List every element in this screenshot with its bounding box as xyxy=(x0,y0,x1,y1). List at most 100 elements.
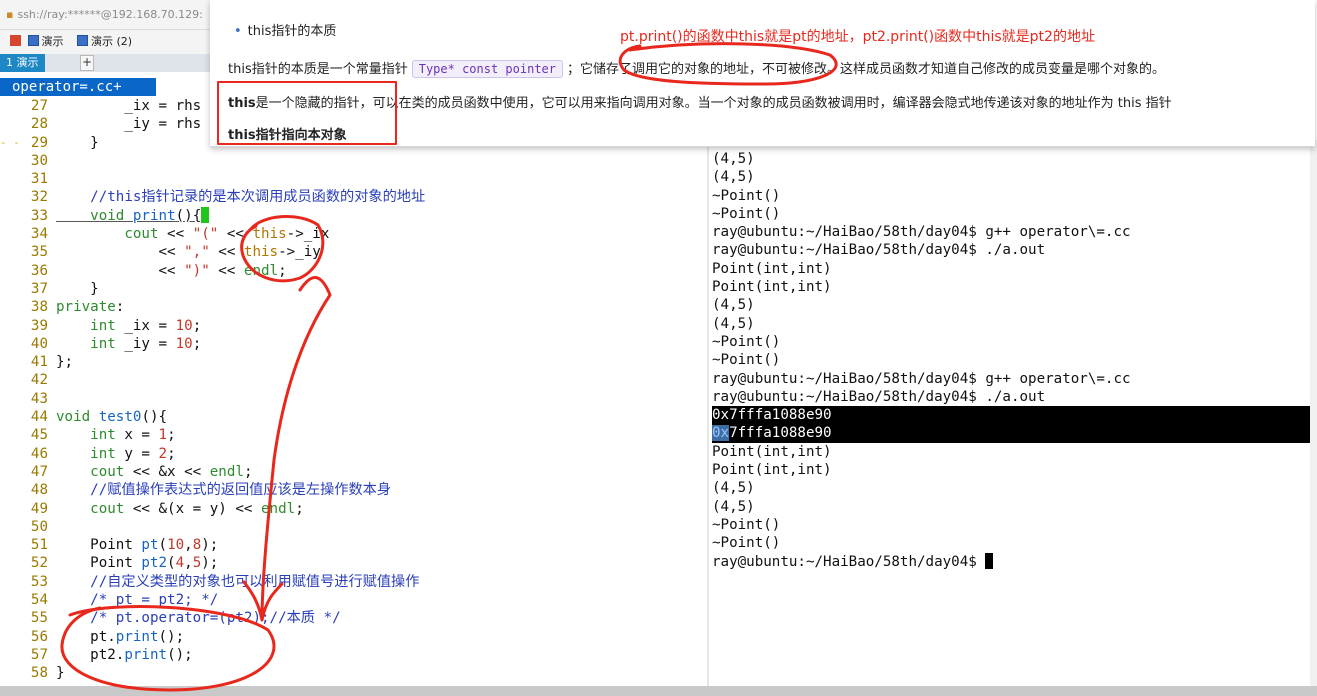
line-number: 52 xyxy=(30,555,48,572)
code-line[interactable]: 56 pt.print(); xyxy=(0,628,708,646)
terminal-line: ray@ubuntu:~/HaiBao/58th/day04$ xyxy=(712,552,1317,571)
code-line[interactable]: 49 cout << &(x = y) << endl; xyxy=(0,500,708,518)
code-line[interactable]: 50 xyxy=(0,518,708,536)
terminal-text: ray@ubuntu:~/HaiBao/58th/day04$ g++ oper… xyxy=(712,224,1131,241)
code-line[interactable]: 53 //自定义类型的对象也可以利用赋值号进行赋值操作 xyxy=(0,573,708,591)
terminal-text: (4,5) xyxy=(712,498,755,515)
terminal-line: ~Point() xyxy=(712,205,1317,223)
line-number: 43 xyxy=(30,390,48,407)
code-text: int x = 1; xyxy=(90,427,176,444)
code-line[interactable]: 34 cout << "(" << this->_ix xyxy=(0,225,708,243)
terminal-text: Point(int,int) xyxy=(712,279,832,296)
terminal-line: (4,5) xyxy=(712,150,1317,168)
code-line[interactable]: 42 xyxy=(0,371,708,389)
terminal-text: ~Point() xyxy=(712,187,781,204)
line-number: 39 xyxy=(30,317,48,334)
selection-highlight: 0x xyxy=(712,425,730,442)
code-text: //赋值操作表达式的返回值应该是左操作数本身 xyxy=(56,482,392,499)
code-line[interactable]: 52 Point pt2(4,5); xyxy=(0,554,708,572)
terminal-text: Point(int,int) xyxy=(712,260,832,277)
bookmark-icon[interactable] xyxy=(10,35,21,46)
doc-line-2: this是一个隐藏的指针，可以在类的成员函数中使用，它可以用来指向调用对象。当一… xyxy=(228,96,1172,111)
pane-divider[interactable] xyxy=(707,140,709,696)
code-text: << ")" << endl; xyxy=(56,262,287,279)
code-text: Point pt2(4,5); xyxy=(56,555,219,572)
terminal-line: (4,5) xyxy=(712,296,1317,314)
code-line[interactable]: 30 xyxy=(0,152,708,170)
bullet-icon: • xyxy=(234,24,242,39)
terminal-line: 0x7fffa1088e90 xyxy=(712,424,1317,443)
line-number: 32 xyxy=(30,189,48,206)
code-line[interactable]: 48 //赋值操作表达式的返回值应该是左操作数本身 xyxy=(0,481,708,499)
terminal-line: ray@ubuntu:~/HaiBao/58th/day04$ ./a.out xyxy=(712,388,1317,406)
code-line[interactable]: 45 int x = 1; xyxy=(0,426,708,444)
vim-sign-gutter xyxy=(0,463,22,481)
code-text: void print(){ xyxy=(56,206,210,225)
code-line[interactable]: 57 pt2.print(); xyxy=(0,646,708,664)
vim-sign-gutter xyxy=(0,554,22,572)
terminal-output[interactable]: (4,5) (4,5) ~Point() ~Point() ray@ubuntu:~/H… xyxy=(712,150,1317,571)
code-line[interactable]: 38 private: xyxy=(0,298,708,316)
vim-sign-gutter xyxy=(0,573,22,591)
terminal-text: (4,5) xyxy=(712,297,755,314)
terminal-scrollbar[interactable] xyxy=(1310,140,1317,696)
session-tabbar: 1 演示 + xyxy=(0,54,230,72)
vim-sign-gutter xyxy=(0,243,22,261)
code-line[interactable]: 32 //this指针记录的是本次调用成员函数的对象的地址 xyxy=(0,188,708,206)
handwritten-note: pt.print()的函数中this就是pt的地址，pt2.print()函数中… xyxy=(620,29,1095,45)
code-line[interactable]: 46 int y = 2; xyxy=(0,445,708,463)
line-number: 29 xyxy=(30,134,48,151)
code-line[interactable]: 39 int _ix = 10; xyxy=(0,317,708,335)
terminal-text: ray@ubuntu:~/HaiBao/58th/day04$ g++ oper… xyxy=(712,370,1131,387)
line-number: 46 xyxy=(30,445,48,462)
terminal-text: ray@ubuntu:~/HaiBao/58th/day04$ xyxy=(712,553,986,570)
tab-session-1[interactable]: 1 演示 xyxy=(0,54,45,72)
code-line[interactable]: 37 } xyxy=(0,280,708,298)
vim-sign-gutter xyxy=(0,664,22,682)
line-number: 27 xyxy=(30,98,48,114)
code-text: _iy = rhs xyxy=(56,116,202,133)
code-line[interactable]: 35 << "," << this->_iy xyxy=(0,243,708,261)
line-number: 54 xyxy=(30,592,48,609)
terminal-text: ~Point() xyxy=(712,516,781,533)
session-icon xyxy=(77,35,88,46)
toolbar-session-2[interactable]: 演示 (2) xyxy=(91,35,132,48)
code-line[interactable]: 41}; xyxy=(0,353,708,371)
code-line[interactable]: 54 /* pt = pt2; */ xyxy=(0,591,708,609)
code-line[interactable]: 43 xyxy=(0,390,708,408)
vim-sign-gutter xyxy=(0,170,22,188)
code-line[interactable]: 44 void test0(){ xyxy=(0,408,708,426)
code-line[interactable]: 58} xyxy=(0,664,708,682)
vim-sign-gutter: - - xyxy=(0,135,20,149)
code-line[interactable]: 51 Point pt(10,8); xyxy=(0,536,708,554)
vim-sign-gutter xyxy=(0,262,22,280)
code-line[interactable]: 31 xyxy=(0,170,708,188)
terminal-line: (4,5) xyxy=(712,479,1317,497)
code-line[interactable]: 47 cout << &x << endl; xyxy=(0,463,708,481)
terminal-line: ray@ubuntu:~/HaiBao/58th/day04$ g++ oper… xyxy=(712,223,1317,241)
code-text: pt.print(); xyxy=(56,628,185,645)
terminal-text: ~Point() xyxy=(712,352,781,369)
status-bar xyxy=(0,686,1317,696)
code-line[interactable]: 36 << ")" << endl; xyxy=(0,262,708,280)
line-number: 44 xyxy=(30,409,48,426)
terminal-line: (4,5) xyxy=(712,315,1317,333)
code-line[interactable]: 55 /* pt.operator=(pt2);//本质 */ xyxy=(0,609,708,627)
terminal-text: ~Point() xyxy=(712,205,781,222)
terminal-text: (4,5) xyxy=(712,315,755,332)
toolbar-session-1[interactable]: 演示 xyxy=(42,35,64,48)
session-icon xyxy=(27,35,39,46)
terminal-text: ~Point() xyxy=(712,535,781,552)
doc-line-3: this指针指向本对象 xyxy=(228,128,347,143)
code-line[interactable]: 33 void print(){ xyxy=(0,206,708,225)
terminal-text: ray@ubuntu:~/HaiBao/58th/day04$ ./a.out xyxy=(712,388,1046,405)
terminal-text: (4,5) xyxy=(712,480,755,497)
terminal-line: 0x7fffa1088e90 xyxy=(712,406,1317,425)
vim-file-tab[interactable]: operator=.cc+ xyxy=(0,78,156,96)
terminal-line: (4,5) xyxy=(712,498,1317,516)
add-tab-button[interactable]: + xyxy=(80,55,94,71)
code-area[interactable]: 27 _ix = rhs 28 _iy = rhs - - 29 } 30 31 32 //… xyxy=(0,97,708,683)
line-number: 47 xyxy=(30,463,48,480)
code-text: int y = 2; xyxy=(90,445,176,462)
code-line[interactable]: 40 int _iy = 10; xyxy=(0,335,708,353)
